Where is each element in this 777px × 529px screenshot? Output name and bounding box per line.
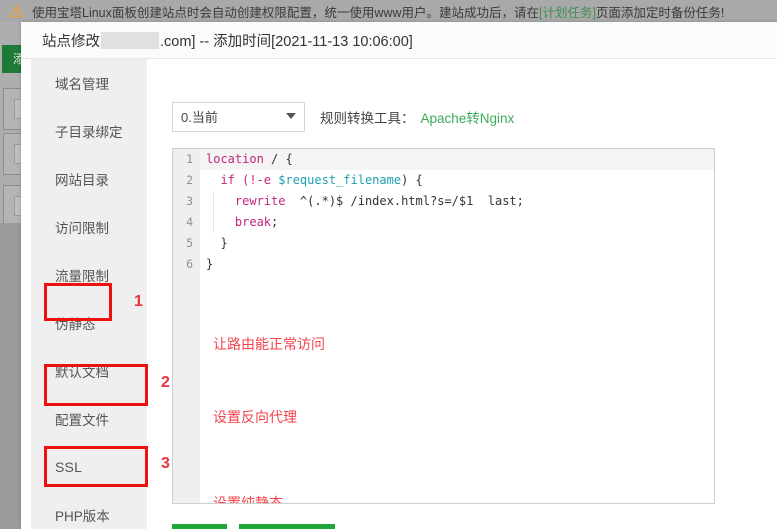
- screen: 添 使用宝塔Linux面板创建站点时会自动创建权限配置，统一使用www用户。建站…: [0, 0, 777, 529]
- sidebar-item-label: 子目录绑定: [55, 125, 123, 140]
- line-number: 1: [186, 152, 193, 166]
- sidebar-item-default-document[interactable]: 默认文档: [31, 347, 147, 395]
- code-line: 3 rewrite ^(.*)$ /index.html?s=/$1 last;: [173, 191, 714, 212]
- sidebar-item-label: 访问限制: [55, 221, 109, 236]
- code-token: $request_filename: [278, 173, 402, 187]
- code-token: ^(.*)$ /index.html?s=/$1 last;: [299, 194, 524, 208]
- dialog-title-suffix: .com] -- 添加时间[2021-11-13 10:06:00]: [160, 33, 413, 50]
- code-text: rewrite ^(.*)$ /index.html?s=/$1 last;: [206, 191, 524, 212]
- code-line: 6}: [173, 254, 714, 275]
- line-number: 3: [186, 194, 193, 208]
- code-text: break;: [206, 212, 278, 233]
- annotation-note-a: 让路由能正常访问: [213, 336, 325, 352]
- sidebar-item-site-directory[interactable]: 网站目录: [31, 155, 147, 203]
- code-text: }: [206, 254, 213, 275]
- sidebar-item-config-file[interactable]: 配置文件: [31, 395, 147, 443]
- code-token: location: [206, 152, 272, 166]
- dialog-main-panel: 0.当前 规则转换工具： Apache转Nginx 1 location / {2…: [150, 59, 777, 529]
- dialog-title-bar: 站点修改 .com] -- 添加时间[2021-11-13 10:06:00]: [21, 22, 777, 59]
- sidebar-item-label: 网站目录: [55, 173, 109, 188]
- save-as-template-button[interactable]: 另存为模板: [239, 524, 335, 529]
- highlight-number-1: 1: [134, 293, 143, 310]
- code-token: }: [206, 257, 214, 271]
- sidebar-item-label: 伪静态: [55, 317, 96, 332]
- line-number: 6: [186, 257, 193, 271]
- code-line: 2 if (!-e $request_filename) {: [173, 170, 714, 191]
- sidebar-item-label: 域名管理: [55, 77, 109, 92]
- code-token: break: [206, 215, 272, 229]
- converter-label: 规则转换工具：: [320, 111, 415, 126]
- warning-bar: 使用宝塔Linux面板创建站点时会自动创建权限配置，统一使用www用户。建站成功…: [0, 0, 777, 22]
- sidebar-item-domain-manage[interactable]: 域名管理: [31, 59, 147, 107]
- code-text: }: [206, 233, 228, 254]
- rules-toolbar: 0.当前 规则转换工具： Apache转Nginx: [172, 102, 514, 132]
- rewrite-rules-editor[interactable]: 1 location / {2 if (!-e $request_filename…: [172, 148, 715, 504]
- scheduled-task-link[interactable]: [计划任务]: [539, 2, 596, 21]
- sidebar-item-ssl[interactable]: SSL: [31, 443, 147, 491]
- highlight-number-2: 2: [161, 374, 170, 391]
- code-token: if (!-e: [206, 173, 279, 187]
- dialog-title-prefix: 站点修改: [42, 33, 100, 50]
- sidebar-item-php-version[interactable]: PHP版本: [31, 491, 147, 529]
- sidebar-item-subdir-binding[interactable]: 子目录绑定: [31, 107, 147, 155]
- sidebar-item-label: SSL: [55, 459, 83, 475]
- sidebar-item-label: 默认文档: [55, 365, 109, 380]
- code-text: location / {: [206, 149, 293, 170]
- sidebar-item-label: PHP版本: [55, 509, 110, 524]
- annotation-note-c: 设置纯静态: [213, 495, 283, 504]
- warning-text-after: 页面添加定时备份任务!: [595, 5, 725, 20]
- dialog-sidebar: 域名管理 子目录绑定 网站目录 访问限制 流量限制 伪静态 默认文档 配置文件: [31, 59, 147, 529]
- code-token: ;: [271, 215, 279, 229]
- sidebar-item-label: 流量限制: [55, 269, 109, 284]
- sidebar-item-pseudo-static[interactable]: 伪静态: [31, 299, 147, 347]
- sidebar-item-label: 配置文件: [55, 413, 109, 428]
- rule-preset-select[interactable]: 0.当前: [172, 102, 305, 132]
- sidebar-item-access-limit[interactable]: 访问限制: [31, 203, 147, 251]
- warning-triangle-icon: [10, 5, 23, 17]
- code-line: 1 location / {: [173, 149, 714, 170]
- save-button[interactable]: 保存: [172, 524, 227, 529]
- dialog-footer: 保存 另存为模板: [172, 524, 335, 529]
- annotation-note-b: 设置反向代理: [213, 409, 297, 425]
- redacted-domain: [101, 31, 159, 49]
- rule-select-wrapper: 0.当前: [172, 102, 305, 132]
- code-line: 4 break;: [173, 212, 714, 233]
- line-number: 2: [186, 173, 193, 187]
- code-token: ) {: [401, 173, 423, 187]
- apache-to-nginx-link[interactable]: Apache转Nginx: [421, 107, 515, 127]
- line-number: 5: [186, 236, 193, 250]
- site-edit-dialog: 站点修改 .com] -- 添加时间[2021-11-13 10:06:00] 域…: [21, 22, 777, 529]
- code-token: }: [206, 236, 228, 250]
- code-token: / {: [271, 152, 293, 166]
- code-text: if (!-e $request_filename) {: [206, 170, 423, 191]
- code-line: 5 }: [173, 233, 714, 254]
- line-number: 4: [186, 215, 193, 229]
- code-content[interactable]: 1 location / {2 if (!-e $request_filename…: [173, 149, 714, 275]
- warning-text-before: 使用宝塔Linux面板创建站点时会自动创建权限配置，统一使用www用户。建站成功…: [32, 5, 539, 20]
- highlight-number-3: 3: [161, 455, 170, 472]
- sidebar-item-traffic-limit[interactable]: 流量限制: [31, 251, 147, 299]
- code-token: rewrite: [206, 194, 300, 208]
